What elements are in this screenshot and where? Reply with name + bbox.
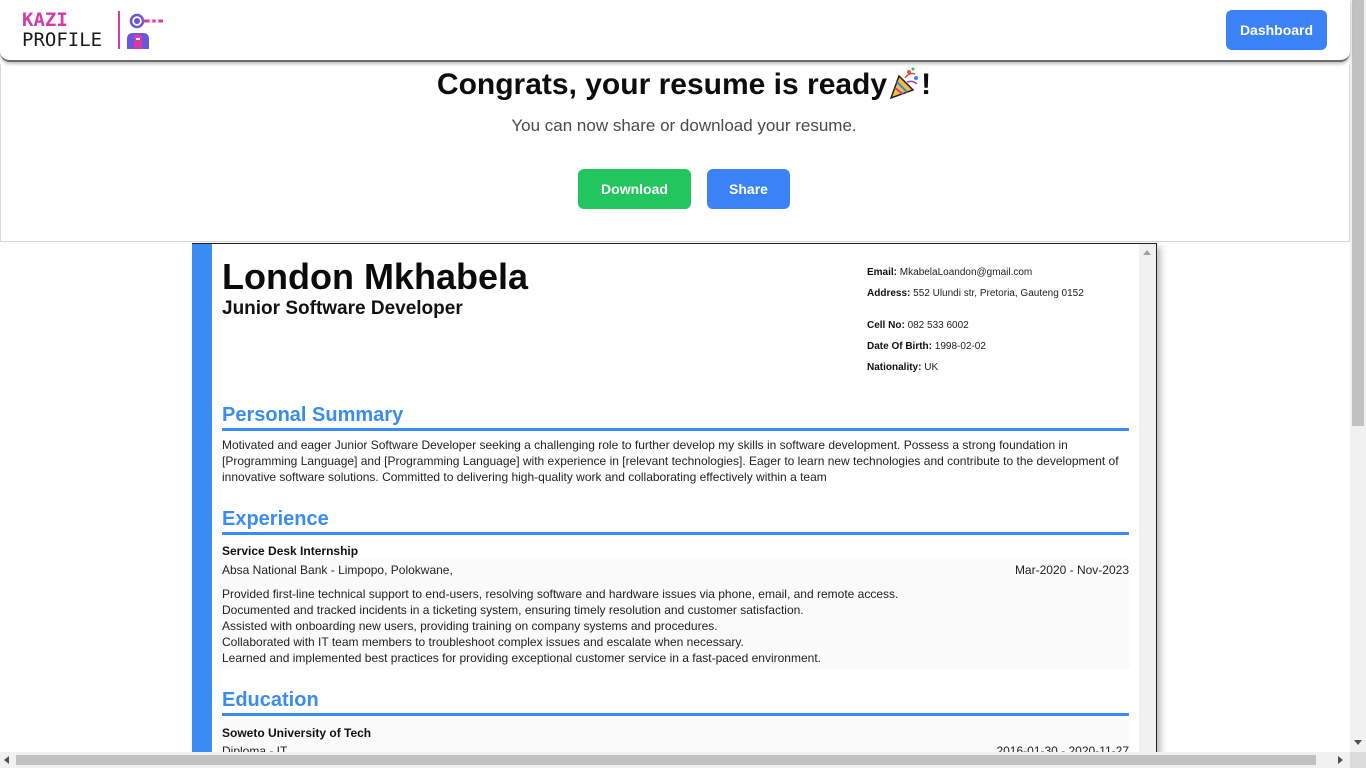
list-item: Provided first-line technical support to… xyxy=(222,587,899,601)
contact-cell: Cell No: 082 533 6002 xyxy=(867,320,969,331)
list-item: Assisted with onboarding new users, prov… xyxy=(222,619,718,633)
scroll-up-arrow-icon[interactable] xyxy=(1143,250,1151,255)
resume-name: London Mkhabela xyxy=(222,256,528,297)
share-button[interactable]: Share xyxy=(707,169,790,209)
section-divider xyxy=(222,713,1129,716)
contact-email-label: Email: xyxy=(867,267,898,278)
congrats-heading-exclaim: ! xyxy=(921,68,932,101)
party-popper-icon xyxy=(889,67,919,100)
section-heading-education: Education xyxy=(222,689,319,711)
list-item: Learned and implemented best practices f… xyxy=(222,651,821,665)
resume-role: Junior Software Developer xyxy=(222,298,463,319)
resume-scrollbar[interactable] xyxy=(1139,244,1156,752)
logo-divider xyxy=(118,11,120,49)
section-heading-summary: Personal Summary xyxy=(222,404,404,426)
person-with-magnifier-icon xyxy=(127,13,163,49)
contact-dob-label: Date Of Birth: xyxy=(867,341,932,352)
contact-address: Address: 552 Ulundi str, Pretoria, Gaute… xyxy=(867,288,1084,299)
download-button[interactable]: Download xyxy=(578,169,691,209)
contact-cell-label: Cell No: xyxy=(867,320,905,331)
resume-preview[interactable]: London Mkhabela Junior Software Develope… xyxy=(192,243,1157,753)
logo-text-kazi: KAZI xyxy=(22,9,68,31)
contact-address-value: 552 Ulundi str, Pretoria, Gauteng 0152 xyxy=(913,288,1084,299)
congrats-heading: Congrats, your resume is ready ! xyxy=(1,67,1366,102)
contact-nationality-value: UK xyxy=(924,362,939,373)
top-navbar: KAZI PROFILE Dashboard xyxy=(0,0,1350,62)
page-horizontal-scrollbar[interactable] xyxy=(0,752,1350,768)
education-school: Soweto University of Tech xyxy=(222,726,372,740)
congrats-heading-text: Congrats, your resume is ready xyxy=(436,68,888,101)
section-divider xyxy=(222,428,1129,431)
page-vertical-scrollbar[interactable] xyxy=(1350,0,1366,752)
dashboard-button[interactable]: Dashboard xyxy=(1226,10,1327,50)
experience-dates: Mar-2020 - Nov-2023 xyxy=(1014,563,1129,577)
contact-dob-value: 1998-02-02 xyxy=(934,341,986,352)
experience-duties: Provided first-line technical support to… xyxy=(222,586,1122,666)
contact-email: Email: MkabelaLoandon@gmail.com xyxy=(867,267,1032,278)
experience-title: Service Desk Internship xyxy=(222,544,359,558)
contact-nationality-label: Nationality: xyxy=(867,362,922,373)
contact-nationality: Nationality: UK xyxy=(867,362,938,373)
scroll-left-arrow-icon[interactable] xyxy=(4,756,9,764)
experience-company: Absa National Bank - Limpopo, Polokwane, xyxy=(222,563,453,577)
list-item: Documented and tracked incidents in a ti… xyxy=(222,603,804,617)
contact-dob: Date Of Birth: 1998-02-02 xyxy=(867,341,986,352)
scroll-down-arrow-icon[interactable] xyxy=(1354,740,1362,745)
list-item: Collaborated with IT team members to tro… xyxy=(222,635,744,649)
section-heading-experience: Experience xyxy=(222,508,329,530)
scrollbar-corner xyxy=(1350,752,1366,768)
summary-text: Motivated and eager Junior Software Deve… xyxy=(222,438,1119,484)
contact-cell-value: 082 533 6002 xyxy=(907,320,969,331)
congrats-panel: Congrats, your resume is ready ! You can… xyxy=(0,64,1350,242)
horizontal-scroll-thumb[interactable] xyxy=(16,755,1316,765)
logo-text-profile: PROFILE xyxy=(22,29,103,51)
contact-email-value: MkabelaLoandon@gmail.com xyxy=(899,267,1033,278)
contact-address-label: Address: xyxy=(867,288,911,299)
congrats-subtitle: You can now share or download your resum… xyxy=(511,116,857,135)
vertical-scroll-thumb[interactable] xyxy=(1352,0,1364,426)
section-divider xyxy=(222,532,1129,535)
kazi-profile-logo[interactable]: KAZI PROFILE xyxy=(22,9,172,53)
resume-accent-bar xyxy=(192,244,212,752)
scroll-right-arrow-icon[interactable] xyxy=(1338,756,1343,764)
